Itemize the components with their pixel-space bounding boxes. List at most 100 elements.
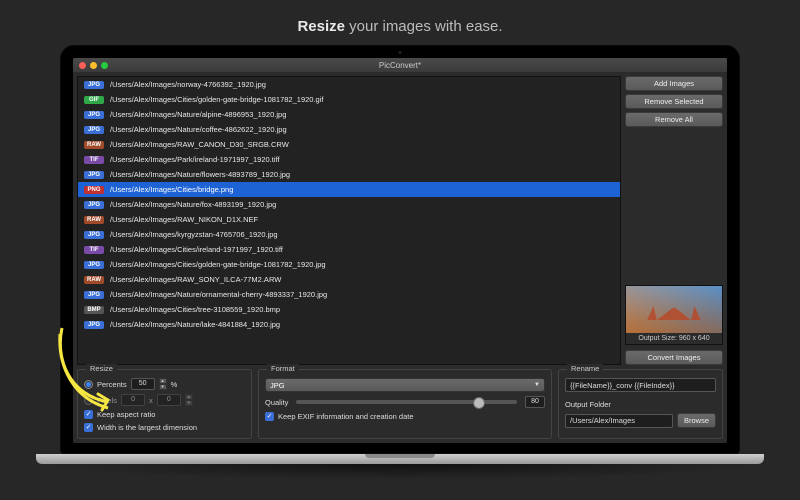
tagline: Resize your images with ease. xyxy=(0,0,800,45)
file-path: /Users/Alex/Images/Nature/alpine-4896953… xyxy=(110,110,286,119)
file-path: /Users/Alex/Images/Park/ireland-1971997_… xyxy=(110,155,280,164)
file-row[interactable]: JPG/Users/Alex/Images/kyrgyzstan-4765706… xyxy=(78,227,620,242)
percents-input[interactable]: 50 xyxy=(131,378,155,390)
resize-title: Resize xyxy=(86,364,117,373)
pixels-radio[interactable] xyxy=(84,396,93,405)
filetype-badge: JPG xyxy=(84,126,104,134)
convert-button[interactable]: Convert Images xyxy=(625,350,723,365)
file-path: /Users/Alex/Images/Cities/ireland-197199… xyxy=(110,245,283,254)
rename-pattern-input[interactable]: {{FileName}}_conv {{FileIndex}} xyxy=(565,378,716,392)
file-row[interactable]: RAW/Users/Alex/Images/RAW_CANON_D30_SRGB… xyxy=(78,137,620,152)
file-path: /Users/Alex/Images/RAW_SONY_ILCA-77M2.AR… xyxy=(110,275,281,284)
filetype-badge: BMP xyxy=(84,306,104,314)
file-row[interactable]: RAW/Users/Alex/Images/RAW_SONY_ILCA-77M2… xyxy=(78,272,620,287)
file-path: /Users/Alex/Images/RAW_NIKON_D1X.NEF xyxy=(110,215,258,224)
percents-label: Percents xyxy=(97,380,127,389)
chevron-down-icon: ▼ xyxy=(534,382,540,388)
add-images-button[interactable]: Add Images xyxy=(625,76,723,91)
file-path: /Users/Alex/Images/Nature/coffee-4862622… xyxy=(110,125,287,134)
pixels-label: Pixels xyxy=(97,396,117,405)
remove-all-button[interactable]: Remove All xyxy=(625,112,723,127)
resize-panel: Resize Percents 50 ▴▾ % Pixels 0 xyxy=(77,369,252,439)
file-path: /Users/Alex/Images/Cities/golden-gate-br… xyxy=(110,260,326,269)
format-select-value: JPG xyxy=(270,381,285,390)
filetype-badge: TIF xyxy=(84,156,104,164)
file-path: /Users/Alex/Images/Nature/lake-4841884_1… xyxy=(110,320,280,329)
rename-panel: Rename {{FileName}}_conv {{FileIndex}} O… xyxy=(558,369,723,439)
quality-label: Quality xyxy=(265,398,288,407)
file-path: /Users/Alex/Images/Cities/bridge.png xyxy=(110,185,233,194)
file-row[interactable]: JPG/Users/Alex/Images/Nature/flowers-489… xyxy=(78,167,620,182)
pixels-height-input[interactable]: 0 xyxy=(157,394,181,406)
format-panel: Format JPG ▼ Quality 80 xyxy=(258,369,552,439)
close-icon[interactable] xyxy=(79,62,86,69)
filetype-badge: GIF xyxy=(84,96,104,104)
width-largest-label: Width is the largest dimension xyxy=(97,423,197,432)
filetype-badge: JPG xyxy=(84,261,104,269)
file-row[interactable]: PNG/Users/Alex/Images/Cities/bridge.png xyxy=(78,182,620,197)
filetype-badge: TIF xyxy=(84,246,104,254)
file-path: /Users/Alex/Images/Cities/tree-3108559_1… xyxy=(110,305,280,314)
remove-selected-button[interactable]: Remove Selected xyxy=(625,94,723,109)
titlebar[interactable]: PicConvert* xyxy=(73,58,727,72)
laptop-shadow xyxy=(36,464,764,480)
file-path: /Users/Alex/Images/RAW_CANON_D30_SRGB.CR… xyxy=(110,140,289,149)
keep-ratio-label: Keep aspect ratio xyxy=(97,410,155,419)
camera-dot xyxy=(399,51,402,54)
keep-exif-label: Keep EXIF information and creation date xyxy=(278,412,414,421)
file-row[interactable]: JPG/Users/Alex/Images/Cities/golden-gate… xyxy=(78,257,620,272)
file-list[interactable]: JPG/Users/Alex/Images/norway-4766392_192… xyxy=(77,76,621,365)
laptop-base xyxy=(36,454,764,464)
file-row[interactable]: JPG/Users/Alex/Images/Nature/alpine-4896… xyxy=(78,107,620,122)
output-folder-label: Output Folder xyxy=(565,400,611,409)
width-largest-checkbox[interactable] xyxy=(84,423,93,432)
file-row[interactable]: JPG/Users/Alex/Images/Nature/coffee-4862… xyxy=(78,122,620,137)
minimize-icon[interactable] xyxy=(90,62,97,69)
preview-image xyxy=(626,286,722,333)
filetype-badge: JPG xyxy=(84,321,104,329)
filetype-badge: JPG xyxy=(84,201,104,209)
file-row[interactable]: BMP/Users/Alex/Images/Cities/tree-310855… xyxy=(78,302,620,317)
rename-title: Rename xyxy=(567,364,603,373)
file-path: /Users/Alex/Images/Nature/fox-4893199_19… xyxy=(110,200,276,209)
preview-size-label: Output Size: 960 x 640 xyxy=(626,333,722,344)
zoom-icon[interactable] xyxy=(101,62,108,69)
format-select[interactable]: JPG ▼ xyxy=(265,378,545,392)
filetype-badge: JPG xyxy=(84,291,104,299)
format-title: Format xyxy=(267,364,299,373)
pixels-width-input[interactable]: 0 xyxy=(121,394,145,406)
pixels-stepper[interactable]: ▴▾ xyxy=(185,394,193,406)
pixels-sep: x xyxy=(149,396,153,405)
file-row[interactable]: GIF/Users/Alex/Images/Cities/golden-gate… xyxy=(78,92,620,107)
file-path: /Users/Alex/Images/norway-4766392_1920.j… xyxy=(110,80,266,89)
preview-panel: Output Size: 960 x 640 xyxy=(625,285,723,345)
quality-value[interactable]: 80 xyxy=(525,396,545,408)
file-path: /Users/Alex/Images/Nature/ornamental-che… xyxy=(110,290,327,299)
file-row[interactable]: JPG/Users/Alex/Images/norway-4766392_192… xyxy=(78,77,620,92)
file-row[interactable]: TIF/Users/Alex/Images/Park/ireland-19719… xyxy=(78,152,620,167)
file-row[interactable]: RAW/Users/Alex/Images/RAW_NIKON_D1X.NEF xyxy=(78,212,620,227)
filetype-badge: JPG xyxy=(84,171,104,179)
laptop-frame: PicConvert* JPG/Users/Alex/Images/norway… xyxy=(60,45,740,480)
filetype-badge: RAW xyxy=(84,141,104,149)
file-path: /Users/Alex/Images/Nature/flowers-489378… xyxy=(110,170,290,179)
filetype-badge: PNG xyxy=(84,186,104,194)
filetype-badge: JPG xyxy=(84,81,104,89)
percent-sign: % xyxy=(171,380,178,389)
filetype-badge: RAW xyxy=(84,216,104,224)
file-row[interactable]: JPG/Users/Alex/Images/Nature/ornamental-… xyxy=(78,287,620,302)
keep-exif-checkbox[interactable] xyxy=(265,412,274,421)
browse-button[interactable]: Browse xyxy=(677,413,716,428)
percents-radio[interactable] xyxy=(84,380,93,389)
file-path: /Users/Alex/Images/kyrgyzstan-4765706_19… xyxy=(110,230,278,239)
file-row[interactable]: TIF/Users/Alex/Images/Cities/ireland-197… xyxy=(78,242,620,257)
app-window: PicConvert* JPG/Users/Alex/Images/norway… xyxy=(73,58,727,443)
file-path: /Users/Alex/Images/Cities/golden-gate-br… xyxy=(110,95,323,104)
filetype-badge: JPG xyxy=(84,111,104,119)
output-folder-input[interactable]: /Users/Alex/Images xyxy=(565,414,673,428)
file-row[interactable]: JPG/Users/Alex/Images/Nature/fox-4893199… xyxy=(78,197,620,212)
keep-ratio-checkbox[interactable] xyxy=(84,410,93,419)
file-row[interactable]: JPG/Users/Alex/Images/Nature/lake-484188… xyxy=(78,317,620,332)
quality-slider[interactable] xyxy=(296,400,517,404)
percents-stepper[interactable]: ▴▾ xyxy=(159,378,167,390)
